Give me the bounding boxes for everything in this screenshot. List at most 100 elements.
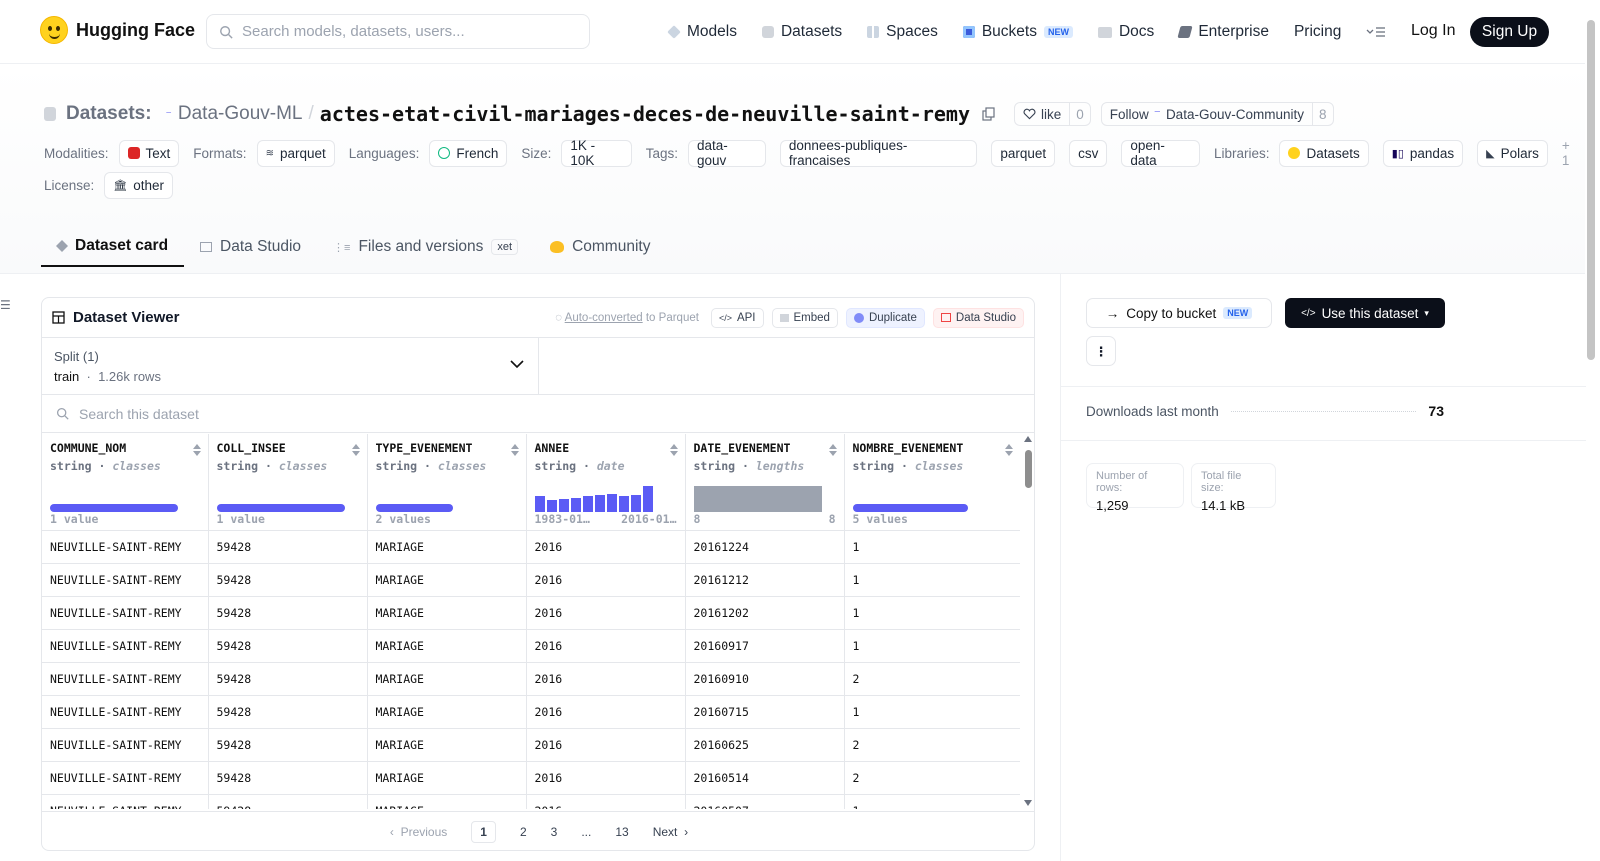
nav-more-menu[interactable] [1366,26,1386,38]
tag-csv[interactable]: csv [1069,139,1108,167]
sort-icon[interactable] [510,444,519,456]
table-cell[interactable]: MARIAGE [367,794,527,809]
nav-pricing[interactable]: Pricing [1294,23,1341,41]
table-cell[interactable]: 1 [844,695,1020,729]
table-cell[interactable]: MARIAGE [367,761,527,795]
table-cell[interactable]: 1 [844,563,1020,597]
libraries-more[interactable]: + 1 [1562,138,1581,168]
library-pandas[interactable]: ▮▯ pandas [1382,139,1464,167]
login-link[interactable]: Log In [1411,22,1455,40]
sort-icon[interactable] [1005,444,1013,456]
tag-donnees-publiques[interactable]: donnees-publiques-francaises [779,138,978,168]
table-row[interactable]: NEUVILLE-SAINT-REMY 59428 MARIAGE 2016 20161… [42,530,1020,564]
column-header[interactable]: NOMBRE_EVENEMENT string · classes 5 values [844,434,1020,531]
language-tag[interactable]: French [429,139,508,167]
table-cell[interactable]: 59428 [208,629,368,663]
table-cell[interactable]: MARIAGE [367,695,527,729]
sort-icon[interactable] [828,444,837,456]
sort-icon[interactable] [351,444,360,456]
tab-community[interactable]: Community [534,227,666,267]
table-cell[interactable]: 59428 [208,728,368,762]
nav-spaces[interactable]: Spaces [867,23,938,41]
tab-files-and-versions[interactable]: ⋮≡ Files and versions xet [317,227,534,267]
table-row[interactable]: NEUVILLE-SAINT-REMY59428MARIAGE201620160… [42,695,1020,729]
pager-previous[interactable]: ‹ Previous [390,825,447,839]
sort-icon[interactable] [192,444,201,456]
table-cell[interactable]: 2016 [526,794,686,809]
tag-open-data[interactable]: open-data [1121,138,1200,168]
histogram-bar[interactable] [534,496,545,512]
table-cell[interactable]: 59428 [208,563,368,597]
table-cell[interactable]: 20160507 [685,794,845,809]
table-cell[interactable]: NEUVILLE-SAINT-REMY [42,530,209,564]
histogram-bar[interactable] [570,498,581,512]
table-cell[interactable]: 2016 [526,761,686,795]
histogram-bar[interactable] [606,494,617,512]
dataset-name[interactable]: actes-etat-civil-mariages-deces-de-neuvi… [320,102,970,126]
table-row[interactable]: NEUVILLE-SAINT-REMY59428MARIAGE201620160… [42,629,1020,663]
table-cell[interactable]: 20160910 [685,662,845,696]
table-cell[interactable]: 2016 [526,629,686,663]
table-cell[interactable]: 59428 [208,530,368,564]
copy-to-bucket-button[interactable]: → Copy to bucket NEW [1086,298,1272,328]
table-cell[interactable]: 1 [844,794,1020,809]
column-header[interactable]: TYPE_EVENEMENT string · classes 2 values [367,434,527,531]
table-cell[interactable]: 20160715 [685,695,845,729]
format-tag[interactable]: ≋ parquet [256,139,335,167]
modality-tag[interactable]: Text [118,139,180,167]
pager-page-1[interactable]: 1 [471,820,496,843]
table-cell[interactable]: MARIAGE [367,530,527,564]
table-scrollbar[interactable] [1022,434,1034,809]
table-cell[interactable]: 59428 [208,761,368,795]
library-datasets[interactable]: Datasets [1279,139,1369,167]
global-search-input[interactable]: Search models, datasets, users... [206,14,590,49]
table-row[interactable]: NEUVILLE-SAINT-REMY 59428 MARIAGE 2016 20161… [42,563,1020,597]
org-link[interactable]: Data-Gouv-ML [178,103,303,125]
histogram-bar[interactable] [594,495,605,512]
table-cell[interactable]: NEUVILLE-SAINT-REMY [42,563,209,597]
table-cell[interactable]: NEUVILLE-SAINT-REMY [42,728,209,762]
table-row[interactable]: NEUVILLE-SAINT-REMY59428MARIAGE201620160… [42,662,1020,696]
table-cell[interactable]: MARIAGE [367,662,527,696]
like-button[interactable]: like 0 [1014,102,1091,126]
library-polars[interactable]: ◣ Polars [1477,139,1548,167]
column-header[interactable]: DATE_EVENEMENT string · lengths 8 8 [685,434,845,531]
table-cell[interactable]: 1 [844,629,1020,663]
table-row[interactable]: NEUVILLE-SAINT-REMY59428MARIAGE201620160… [42,728,1020,762]
table-cell[interactable]: 20161202 [685,596,845,630]
pager-next[interactable]: Next › [653,825,688,839]
table-cell[interactable]: 2016 [526,563,686,597]
histogram-bar[interactable] [630,495,641,512]
tag-data-gouv[interactable]: data-gouv [688,138,766,168]
tab-data-studio[interactable]: Data Studio [184,227,317,267]
column-header[interactable]: COLL_INSEE string · classes 1 value [208,434,368,531]
table-cell[interactable]: MARIAGE [367,629,527,663]
table-cell[interactable]: MARIAGE [367,728,527,762]
more-options-button[interactable]: ⋮ [1086,336,1116,366]
follow-button[interactable]: Follow ⁻ Data-Gouv-Community 8 [1100,102,1334,126]
column-distribution-bar[interactable] [375,504,453,512]
table-cell[interactable]: NEUVILLE-SAINT-REMY [42,662,209,696]
dataset-search-input[interactable]: Search this dataset [42,395,1034,433]
tab-dataset-card[interactable]: Dataset card [41,227,185,267]
license-tag[interactable]: 🏛 other [104,172,174,199]
brand-logo[interactable]: Hugging Face [40,16,195,44]
table-cell[interactable]: 1 [844,530,1020,564]
auto-converted-link[interactable]: Auto-converted [565,312,643,324]
table-cell[interactable]: 59428 [208,794,368,809]
table-cell[interactable]: NEUVILLE-SAINT-REMY [42,695,209,729]
histogram-bar[interactable] [582,496,593,512]
signup-button[interactable]: Sign Up [1470,17,1549,47]
table-cell[interactable]: 20161212 [685,563,845,597]
table-row[interactable]: NEUVILLE-SAINT-REMY59428MARIAGE201620160… [42,761,1020,795]
pager-page-3[interactable]: 3 [551,825,558,839]
pager-page-13[interactable]: 13 [615,825,628,839]
nav-enterprise[interactable]: Enterprise [1177,23,1269,41]
table-cell[interactable]: NEUVILLE-SAINT-REMY [42,794,209,809]
table-cell[interactable]: 2 [844,761,1020,795]
table-cell[interactable]: 2016 [526,728,686,762]
embed-button[interactable]: Embed [771,307,838,328]
api-button[interactable]: </> API [710,307,764,328]
table-cell[interactable]: 59428 [208,695,368,729]
column-distribution-bar[interactable] [216,504,345,512]
